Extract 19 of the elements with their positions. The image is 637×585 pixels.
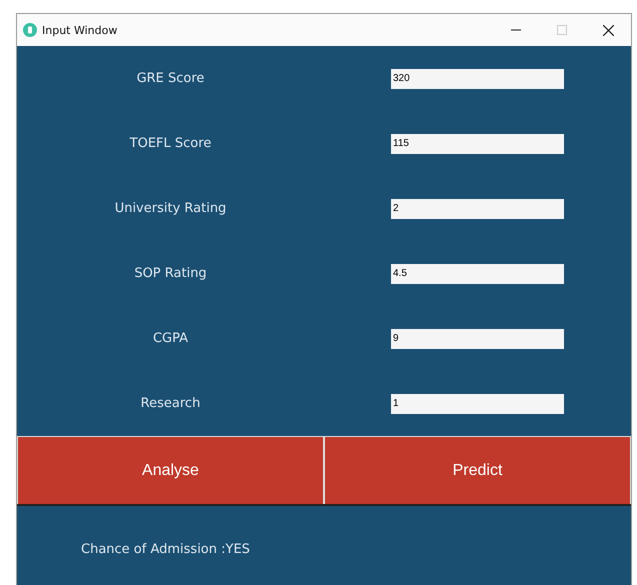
field-label: GRE Score — [136, 71, 206, 86]
result-text: Chance of Admission :YES — [81, 542, 251, 557]
predict-button[interactable]: Predict — [324, 436, 631, 504]
input-field[interactable]: 9 — [391, 328, 564, 348]
input-field[interactable]: 1 — [391, 394, 564, 414]
field-label: TOEFL Score — [128, 136, 212, 151]
field-label: CGPA — [152, 331, 190, 346]
input-field[interactable]: 115 — [391, 134, 564, 154]
field-label: University Rating — [114, 201, 228, 216]
app-icon — [23, 23, 37, 37]
input-field[interactable]: 4.5 — [391, 264, 564, 284]
input-field[interactable]: 320 — [391, 68, 564, 88]
close-icon — [602, 24, 614, 36]
field-label: SOP Rating — [133, 266, 208, 281]
maximize-icon — [557, 25, 567, 35]
window-title: Input Window — [42, 24, 118, 36]
field-label: Research — [140, 396, 202, 411]
analyse-button[interactable]: Analyse — [17, 436, 324, 504]
input-field[interactable]: 2 — [391, 198, 564, 218]
